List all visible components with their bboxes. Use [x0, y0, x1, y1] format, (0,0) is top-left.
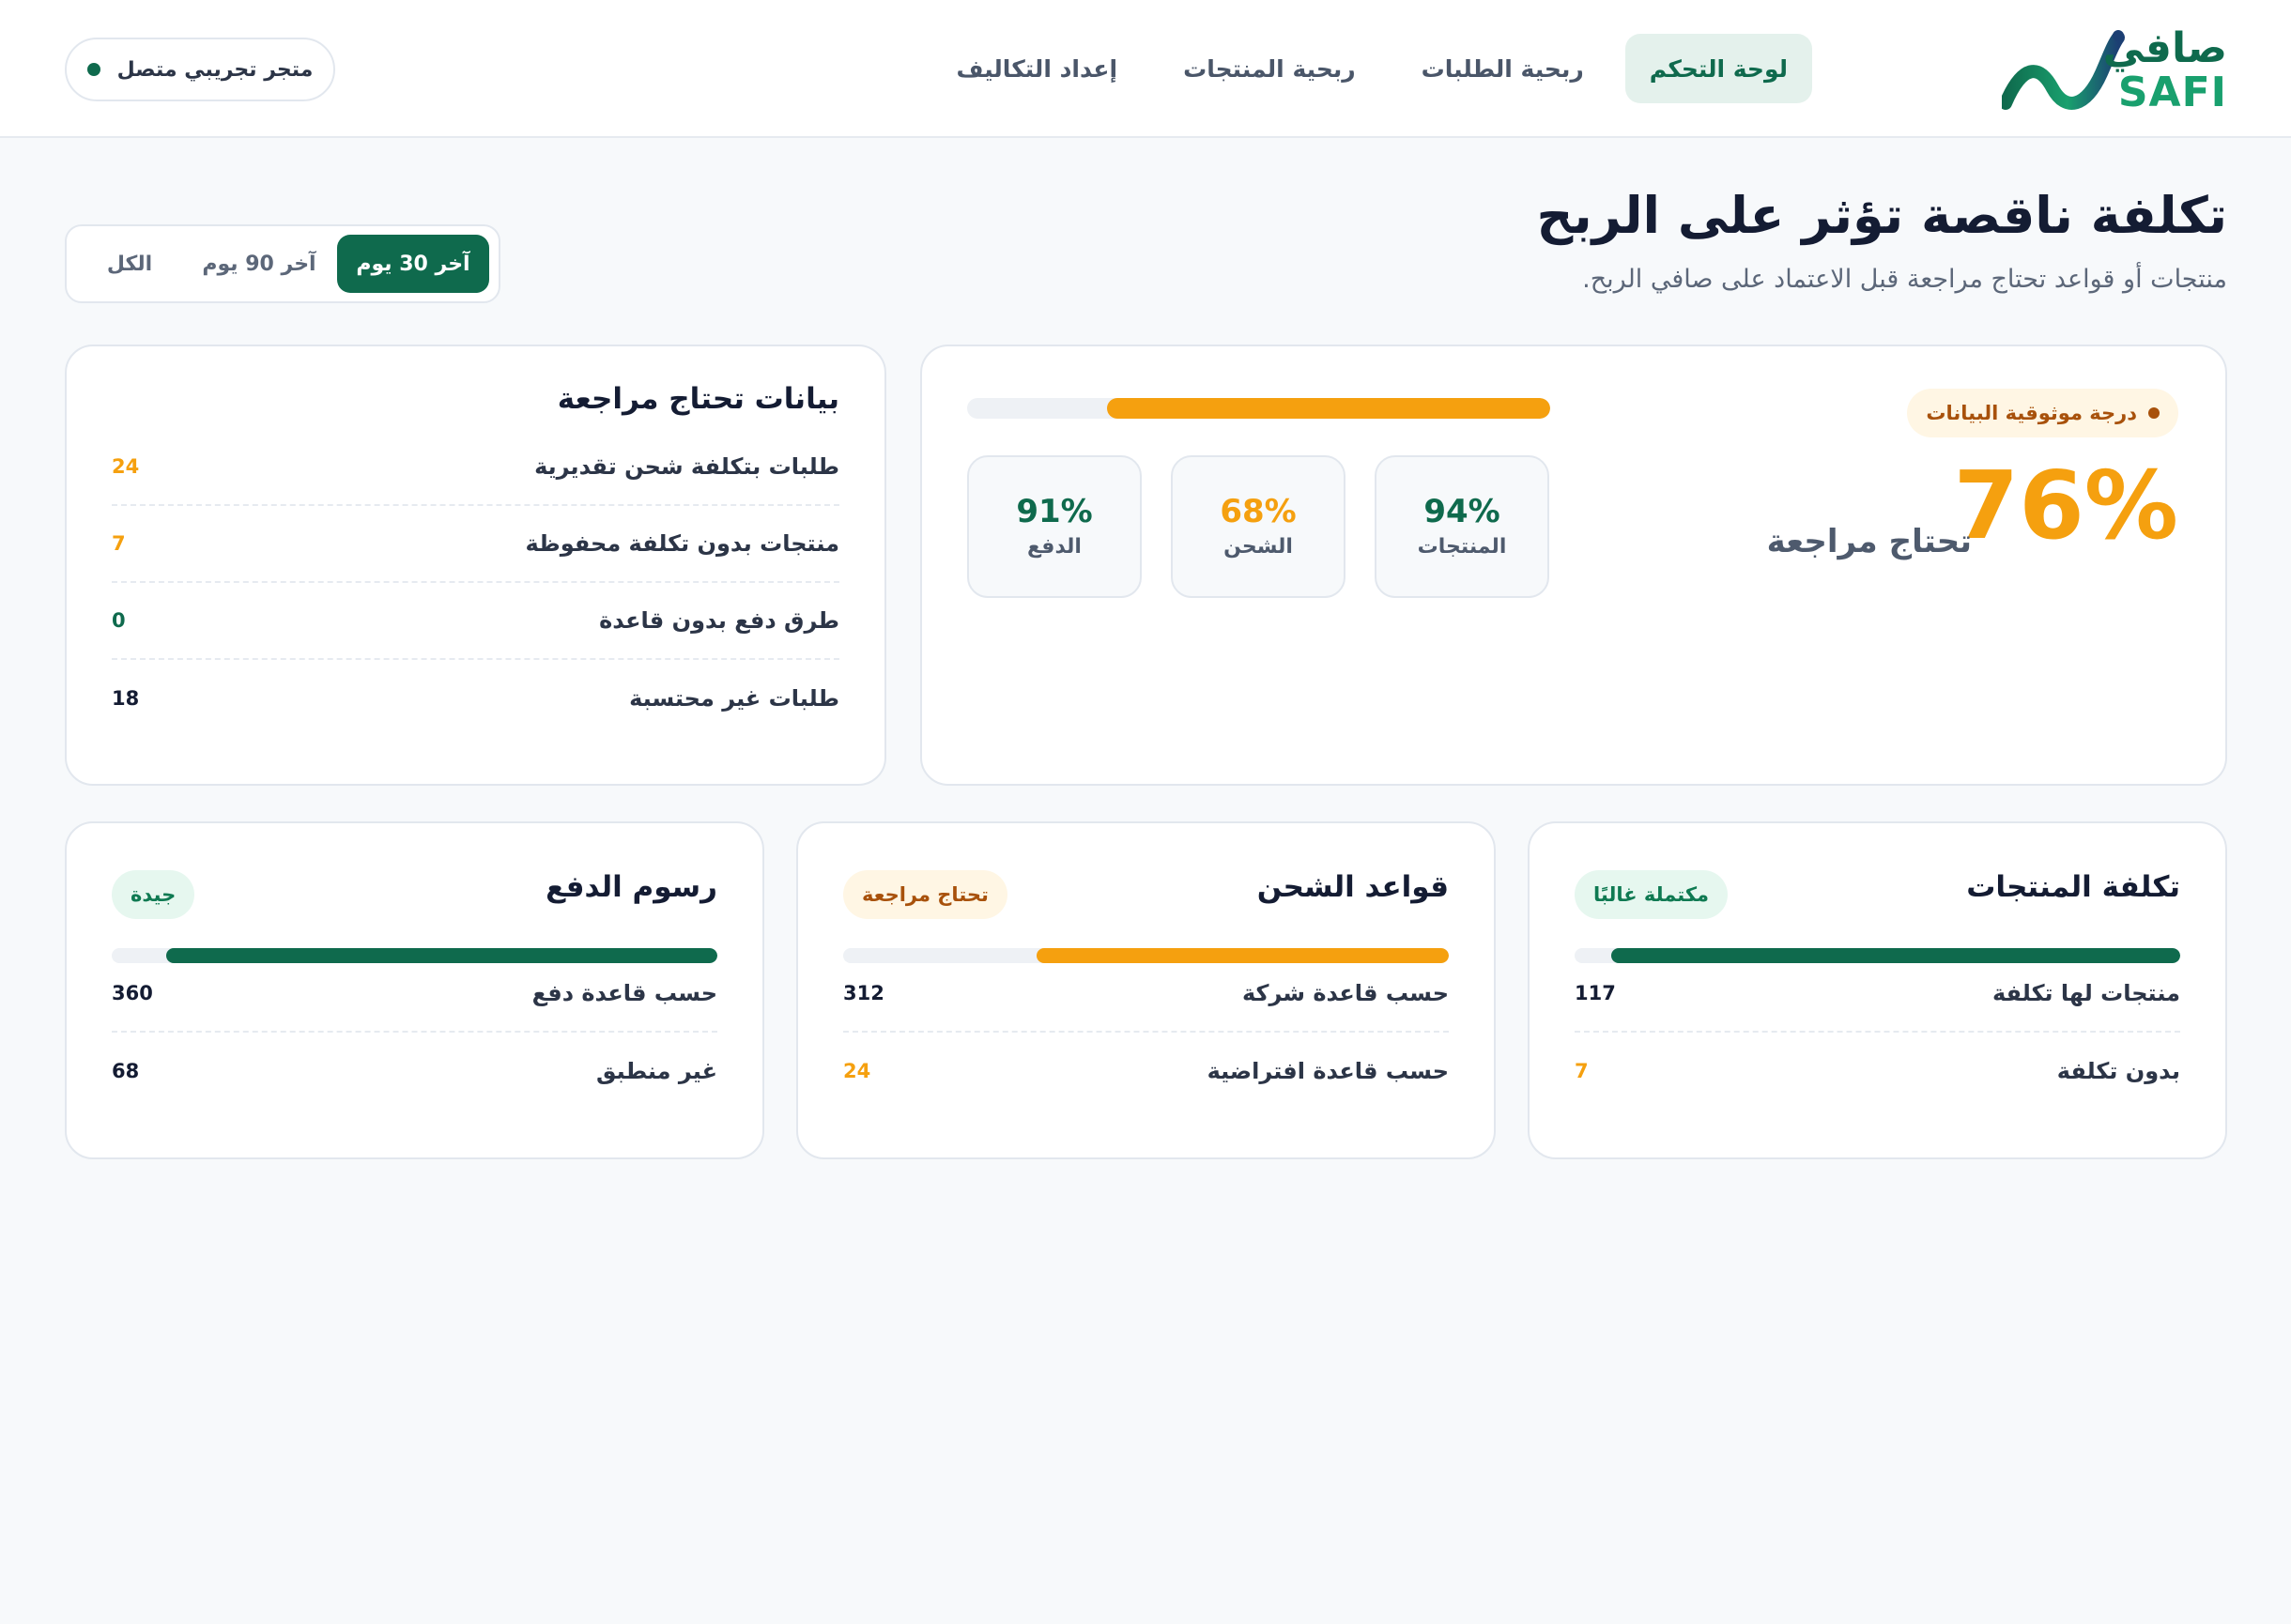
list-item[interactable]: طلبات غير محتسبة 18 — [112, 660, 839, 737]
row-label: حسب قاعدة شركة — [1241, 980, 1449, 1006]
metric-payment: 91% الدفع — [967, 455, 1142, 598]
row-label: غير منطبق — [596, 1058, 717, 1084]
page-subtitle: منتجات أو قواعد تحتاج مراجعة قبل الاعتما… — [1582, 265, 2227, 294]
logo-arabic-text: صافي — [2102, 24, 2227, 72]
logo-latin-text: SAFI — [2117, 69, 2227, 116]
list-item-label: طلبات بتكلفة شحن تقديرية — [534, 453, 839, 480]
reliability-progress-bar — [967, 398, 1550, 419]
safi-logo[interactable]: صافي SAFI — [2002, 21, 2227, 115]
metric-payment-label: الدفع — [1027, 534, 1082, 559]
list-item-count: 24 — [112, 455, 140, 478]
product-cost-title: تكلفة المنتجات — [1966, 870, 2180, 904]
row-value: 117 — [1575, 982, 1616, 1004]
page-title: تكلفة ناقصة تؤثر على الربح — [1536, 186, 2227, 245]
nav-order-profitability[interactable]: ربحية الطلبات — [1397, 34, 1608, 103]
data-reliability-card: درجة موثوقية البيانات 76% تحتاج مراجعة 9… — [920, 345, 2227, 786]
table-row[interactable]: غير منطبق 68 — [112, 1033, 717, 1110]
nav-cost-setup[interactable]: إعداد التكاليف — [931, 34, 1142, 103]
reliability-badge: درجة موثوقية البيانات — [1907, 389, 2178, 437]
store-status-label: متجر تجريبي متصل — [116, 57, 314, 82]
store-status-pill[interactable]: متجر تجريبي متصل — [65, 38, 335, 101]
list-item[interactable]: منتجات بدون تكلفة محفوظة 7 — [112, 506, 839, 583]
needs-review-list: طلبات بتكلفة شحن تقديرية 24 منتجات بدون … — [112, 429, 839, 737]
list-item-count: 7 — [112, 532, 126, 555]
nav-dashboard[interactable]: لوحة التحكم — [1624, 34, 1812, 103]
row-label: حسب قاعدة دفع — [531, 980, 717, 1006]
row-label: بدون تكلفة — [2056, 1058, 2180, 1084]
table-row[interactable]: بدون تكلفة 7 — [1575, 1033, 2180, 1110]
connected-dot-icon — [86, 63, 100, 76]
table-row[interactable]: حسب قاعدة دفع 360 — [112, 956, 717, 1033]
list-item[interactable]: طلبات بتكلفة شحن تقديرية 24 — [112, 429, 839, 506]
row-value: 7 — [1575, 1060, 1589, 1082]
row-value: 360 — [112, 982, 153, 1004]
table-row[interactable]: حسب قاعدة افتراضية 24 — [843, 1033, 1449, 1110]
metric-shipping-value: 68% — [1220, 492, 1297, 530]
range-90-days[interactable]: آخر 90 يوم — [189, 235, 330, 293]
reliability-badge-label: درجة موثوقية البيانات — [1926, 402, 2137, 424]
payment-fees-title: رسوم الدفع — [546, 870, 717, 904]
list-item-count: 0 — [112, 609, 126, 632]
metric-shipping-label: الشحن — [1223, 534, 1293, 559]
table-row[interactable]: حسب قاعدة شركة 312 — [843, 956, 1449, 1033]
table-row[interactable]: منتجات لها تكلفة 117 — [1575, 956, 2180, 1033]
product-cost-rows: منتجات لها تكلفة 117 بدون تكلفة 7 — [1575, 956, 2180, 1110]
metric-shipping: 68% الشحن — [1171, 455, 1345, 598]
range-30-days[interactable]: آخر 30 يوم — [337, 235, 489, 293]
date-range-selector: آخر 30 يوم آخر 90 يوم الكل — [65, 224, 500, 303]
metric-products-value: 94% — [1423, 492, 1500, 530]
row-value: 24 — [843, 1060, 871, 1082]
reliability-status: تحتاج مراجعة — [1766, 523, 1972, 560]
list-item[interactable]: طرق دفع بدون قاعدة 0 — [112, 583, 839, 660]
metric-payment-value: 91% — [1016, 492, 1093, 530]
needs-review-title: بيانات تحتاج مراجعة — [557, 382, 839, 416]
reliability-progress-fill — [1107, 398, 1550, 419]
shipping-rules-card: قواعد الشحن تحتاج مراجعة حسب قاعدة شركة … — [796, 821, 1496, 1159]
payment-fees-status-badge: جيدة — [112, 870, 195, 919]
list-item-label: منتجات بدون تكلفة محفوظة — [525, 530, 839, 557]
nav-product-profitability[interactable]: ربحية المنتجات — [1159, 34, 1380, 103]
row-value: 312 — [843, 982, 884, 1004]
row-value: 68 — [112, 1060, 140, 1082]
metric-products-label: المنتجات — [1417, 534, 1507, 559]
reliability-percent: 76% — [1953, 451, 2178, 560]
list-item-count: 18 — [112, 687, 140, 710]
shipping-rules-status-badge: تحتاج مراجعة — [843, 870, 1007, 919]
warning-dot-icon — [2148, 407, 2160, 419]
payment-fees-card: رسوم الدفع جيدة حسب قاعدة دفع 360 غير من… — [65, 821, 764, 1159]
shipping-rules-title: قواعد الشحن — [1256, 870, 1449, 904]
needs-review-card: بيانات تحتاج مراجعة طلبات بتكلفة شحن تقد… — [65, 345, 886, 786]
range-all[interactable]: الكل — [78, 235, 181, 293]
payment-fees-rows: حسب قاعدة دفع 360 غير منطبق 68 — [112, 956, 717, 1110]
product-cost-card: تكلفة المنتجات مكتملة غالبًا منتجات لها … — [1528, 821, 2227, 1159]
metric-products: 94% المنتجات — [1375, 455, 1549, 598]
shipping-rules-rows: حسب قاعدة شركة 312 حسب قاعدة افتراضية 24 — [843, 956, 1449, 1110]
row-label: منتجات لها تكلفة — [1991, 980, 2180, 1006]
main-nav: لوحة التحكم ربحية الطلبات ربحية المنتجات… — [931, 34, 1812, 103]
top-bar: صافي SAFI لوحة التحكم ربحية الطلبات ربحي… — [0, 0, 2291, 138]
list-item-label: طرق دفع بدون قاعدة — [599, 607, 839, 634]
row-label: حسب قاعدة افتراضية — [1207, 1058, 1449, 1084]
product-cost-status-badge: مكتملة غالبًا — [1575, 870, 1729, 919]
list-item-label: طلبات غير محتسبة — [629, 685, 839, 712]
